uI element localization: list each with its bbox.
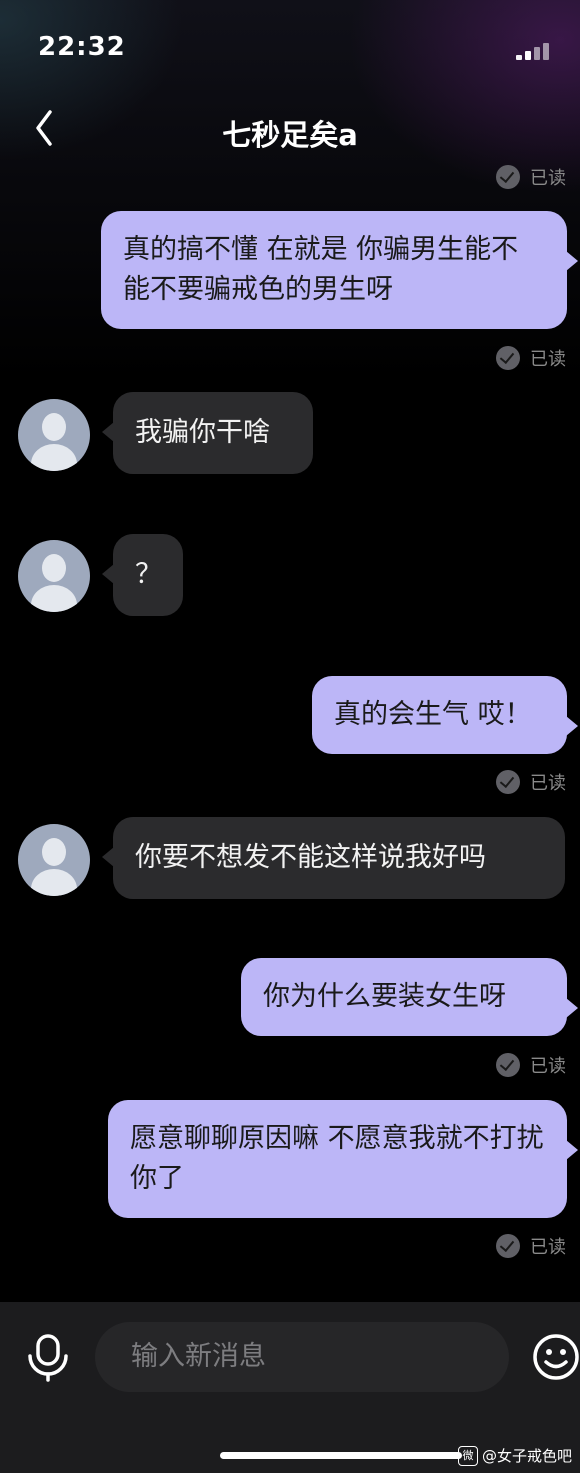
message-bubble-sent[interactable]: 你为什么要装女生呀 <box>241 958 578 1036</box>
read-check-icon <box>496 1053 520 1077</box>
message-bubble-sent[interactable]: 真的会生气 哎！ <box>312 676 578 754</box>
message-bubble-received[interactable]: ？ <box>102 534 183 616</box>
read-receipt: 已读 <box>496 1052 566 1078</box>
message-input[interactable]: 输入新消息 <box>95 1322 509 1392</box>
contact-avatar[interactable] <box>18 540 90 612</box>
read-check-icon <box>496 770 520 794</box>
read-receipt: 已读 <box>496 345 566 371</box>
read-check-icon <box>496 165 520 189</box>
home-indicator <box>220 1452 462 1459</box>
weibo-icon: 微 <box>457 1445 478 1466</box>
contact-avatar[interactable] <box>18 399 90 471</box>
chat-title: 七秒足矣a <box>222 118 358 152</box>
message-bubble-sent[interactable]: 愿意聊聊原因嘛 不愿意我就不打扰你了 <box>108 1100 578 1218</box>
signal-strength-icon <box>516 43 550 60</box>
message-bubble-received[interactable]: 我骗你干啥 <box>102 392 313 474</box>
status-time: 22:32 <box>38 32 126 62</box>
read-check-icon <box>496 1234 520 1258</box>
watermark: 微 @女子戒色吧 <box>457 1445 572 1466</box>
emoji-icon[interactable] <box>532 1333 580 1381</box>
microphone-icon[interactable] <box>26 1334 70 1382</box>
read-receipt: 已读 <box>496 164 566 190</box>
watermark-text: @女子戒色吧 <box>481 1447 572 1465</box>
read-receipt: 已读 <box>496 1233 566 1259</box>
message-bubble-received[interactable]: 你要不想发不能这样说我好吗 <box>102 817 565 899</box>
read-check-icon <box>496 346 520 370</box>
read-receipt: 已读 <box>496 769 566 795</box>
message-bubble-sent[interactable]: 真的搞不懂 在就是 你骗男生能不能不要骗戒色的男生呀 <box>101 211 578 329</box>
contact-avatar[interactable] <box>18 824 90 896</box>
